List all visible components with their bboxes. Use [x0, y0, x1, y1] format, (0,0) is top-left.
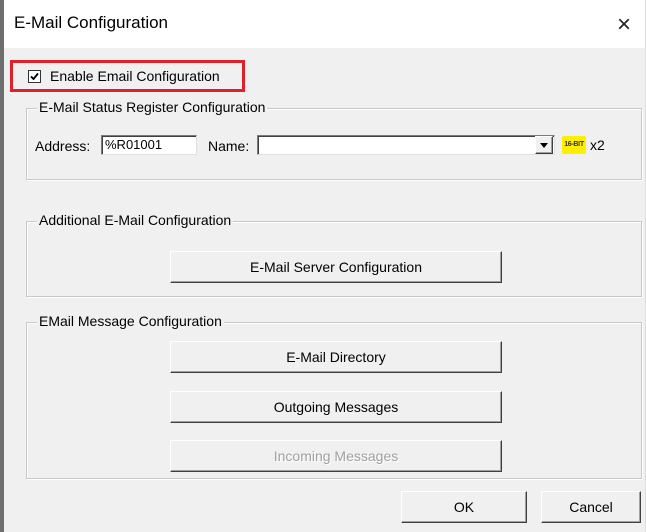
name-dropdown-button[interactable] [535, 136, 553, 154]
incoming-messages-button[interactable]: Incoming Messages [170, 440, 502, 472]
chevron-down-icon [540, 143, 548, 148]
message-config-group-label: EMail Message Configuration [37, 313, 224, 329]
checkmark-icon [30, 72, 39, 81]
additional-config-group-label: Additional E-Mail Configuration [37, 212, 234, 228]
outgoing-messages-button[interactable]: Outgoing Messages [170, 391, 502, 423]
close-button[interactable]: × [609, 12, 639, 38]
window-title: E-Mail Configuration [14, 13, 169, 32]
enable-email-label[interactable]: Enable Email Configuration [50, 68, 220, 84]
multiplier-label: x2 [590, 137, 605, 153]
email-directory-button[interactable]: E-Mail Directory [170, 341, 502, 373]
name-label: Name: [208, 138, 250, 154]
bit-size-icon: 16-BIT [562, 136, 586, 154]
enable-email-highlight: Enable Email Configuration [10, 60, 245, 92]
title-bar: E-Mail Configuration × [4, 0, 645, 48]
cancel-button[interactable]: Cancel [541, 491, 641, 523]
status-register-group-label: E-Mail Status Register Configuration [37, 99, 268, 115]
close-icon: × [616, 11, 631, 38]
address-label: Address: [35, 138, 91, 154]
enable-email-checkbox[interactable] [28, 70, 41, 83]
email-server-config-button[interactable]: E-Mail Server Configuration [170, 251, 502, 283]
name-combobox[interactable] [257, 135, 555, 155]
ok-button[interactable]: OK [401, 491, 527, 523]
address-input[interactable]: %R01001 [101, 135, 197, 155]
email-configuration-dialog: E-Mail Configuration × Enable Email Conf… [0, 0, 646, 532]
